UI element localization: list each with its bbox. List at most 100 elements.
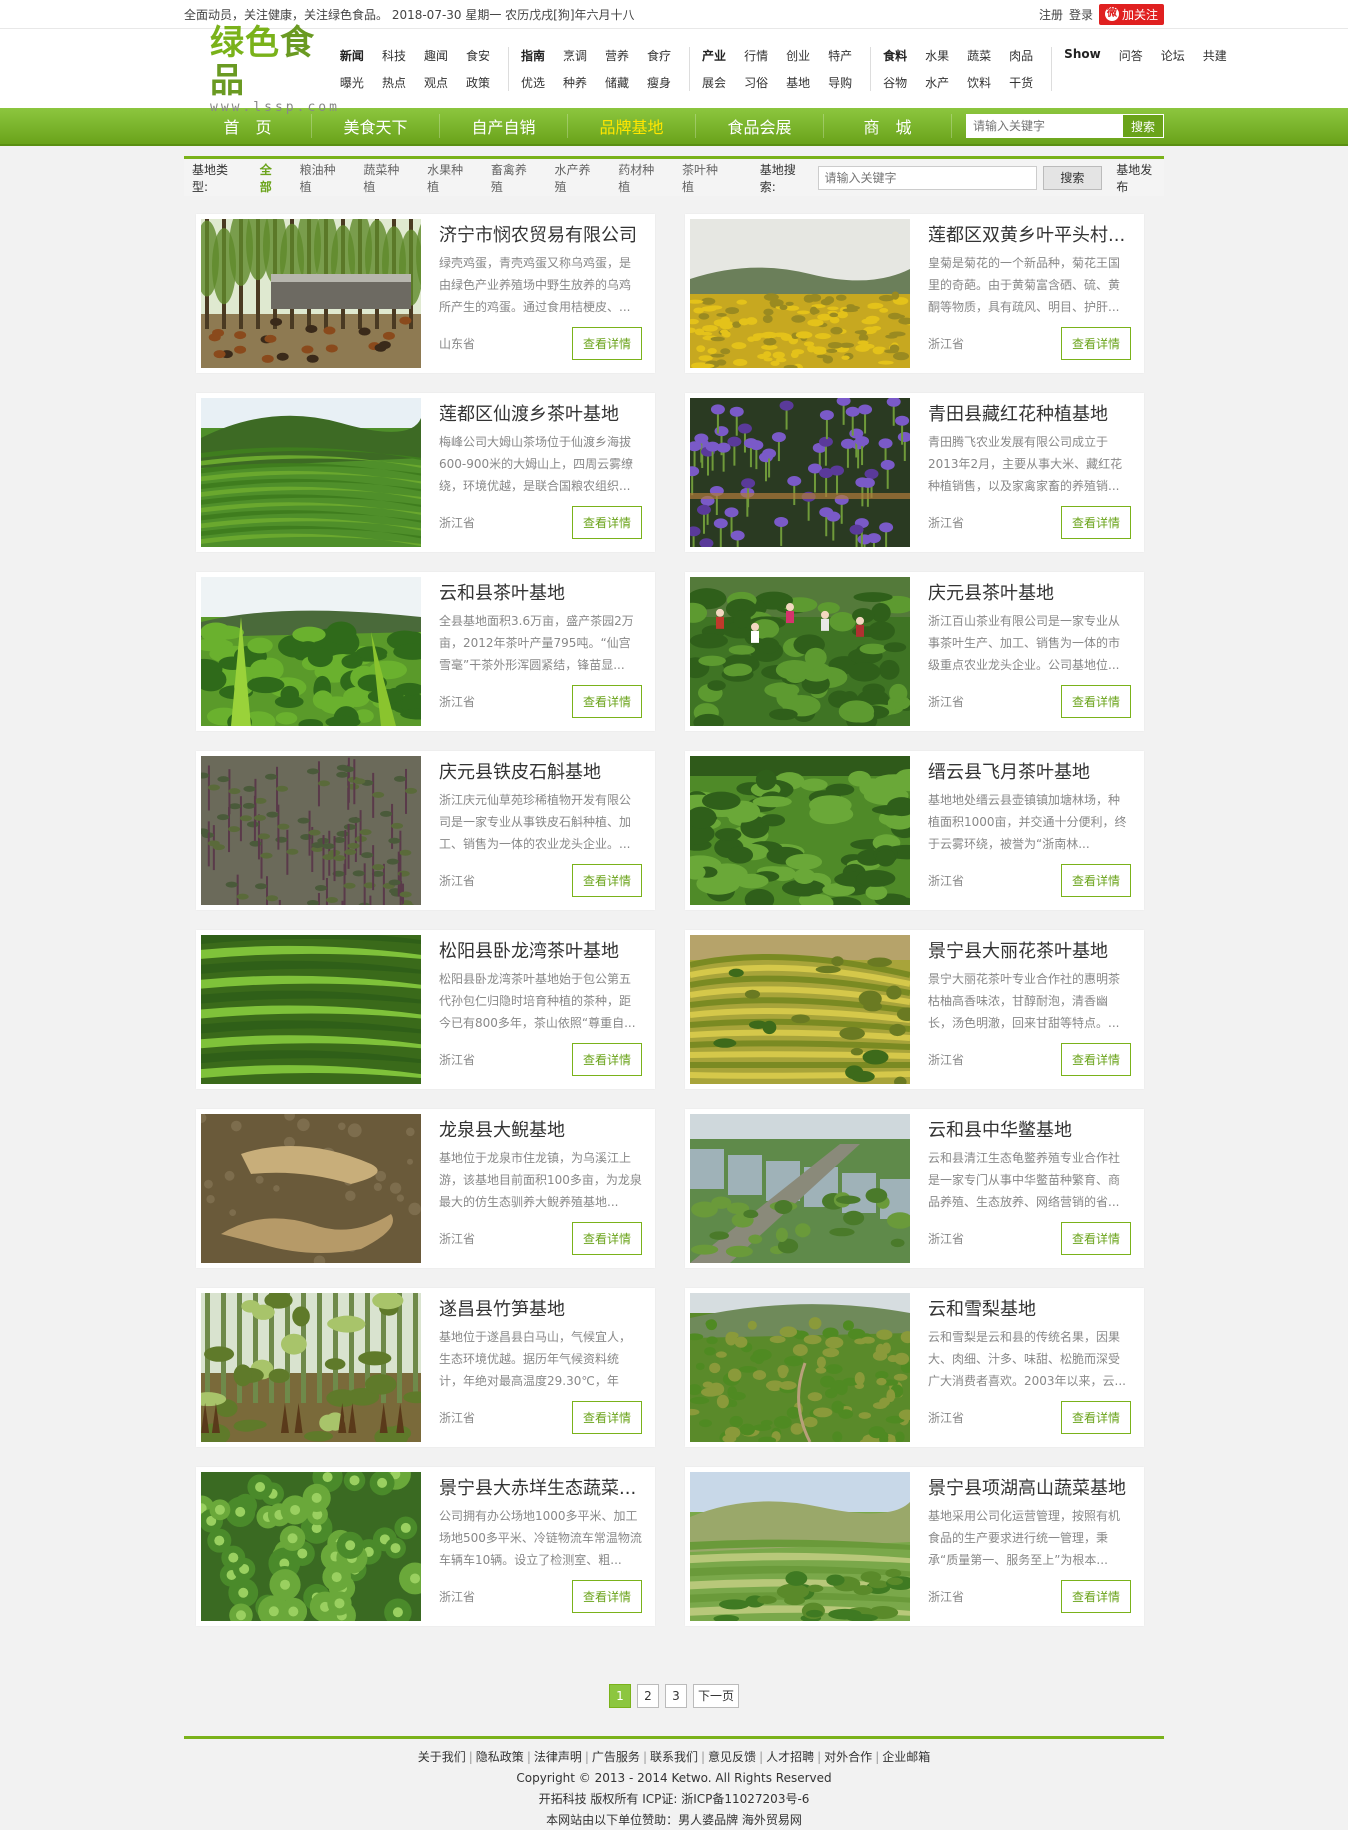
view-details-button[interactable]: 查看详情 (1060, 1580, 1131, 1613)
header-nav-link[interactable]: 谷物 (883, 74, 907, 91)
follow-button[interactable]: 微 加关注 (1098, 3, 1164, 25)
header-nav-link[interactable]: 观点 (424, 74, 448, 91)
header-nav-link[interactable]: 水果 (925, 47, 949, 64)
header-nav-link[interactable]: 政策 (466, 74, 490, 91)
view-details-button[interactable]: 查看详情 (571, 327, 642, 360)
base-type-option[interactable]: 水产养殖 (555, 161, 603, 195)
main-nav-item[interactable]: 品牌基地 (568, 114, 696, 138)
base-type-option[interactable]: 水果种植 (427, 161, 475, 195)
header-nav-link[interactable]: 食疗 (647, 47, 671, 64)
footer-link[interactable]: 对外合作 (824, 1750, 872, 1764)
publish-base-link[interactable]: 基地发布 (1116, 161, 1164, 195)
nav-search-input[interactable] (967, 115, 1123, 137)
base-type-option[interactable]: 粮油种植 (300, 161, 348, 195)
base-card-thumbnail[interactable] (201, 577, 421, 726)
header-nav-link[interactable]: 趣闻 (424, 47, 448, 64)
base-card-title[interactable]: 龙泉县大鲵基地 (439, 1119, 642, 1143)
view-details-button[interactable]: 查看详情 (1060, 685, 1131, 718)
footer-link[interactable]: 隐私政策 (476, 1750, 524, 1764)
view-details-button[interactable]: 查看详情 (571, 1222, 642, 1255)
base-card-thumbnail[interactable] (690, 1472, 910, 1621)
base-card-thumbnail[interactable] (690, 935, 910, 1084)
header-nav-link[interactable]: 水产 (925, 74, 949, 91)
view-details-button[interactable]: 查看详情 (571, 1580, 642, 1613)
footer-link[interactable]: 企业邮箱 (882, 1750, 930, 1764)
view-details-button[interactable]: 查看详情 (1060, 1222, 1131, 1255)
base-type-option[interactable]: 蔬菜种植 (363, 161, 411, 195)
view-details-button[interactable]: 查看详情 (571, 864, 642, 897)
header-nav-link[interactable]: 食安 (466, 47, 490, 64)
header-nav-link[interactable]: 蔬菜 (967, 47, 991, 64)
base-card-title[interactable]: 庆元县茶叶基地 (928, 582, 1131, 606)
base-card-title[interactable]: 庆元县铁皮石斛基地 (439, 761, 642, 785)
header-nav-link[interactable]: 瘦身 (647, 74, 671, 91)
site-logo[interactable]: 绿色食品 www.lssp.com (184, 24, 340, 115)
footer-link[interactable]: 人才招聘 (766, 1750, 814, 1764)
header-nav-link[interactable]: 干货 (1009, 74, 1033, 91)
base-card-title[interactable]: 景宁县项湖高山蔬菜基地 (928, 1477, 1131, 1501)
base-card-thumbnail[interactable] (201, 756, 421, 905)
header-nav-link[interactable]: 论坛 (1161, 47, 1185, 91)
base-card-thumbnail[interactable] (201, 1472, 421, 1621)
main-nav-item[interactable]: 食品会展 (696, 114, 824, 138)
header-nav-link[interactable]: 产业 (702, 47, 726, 64)
base-search-button[interactable]: 搜索 (1042, 165, 1103, 190)
header-nav-link[interactable]: 特产 (828, 47, 852, 64)
base-type-option[interactable]: 全部 (260, 161, 284, 195)
footer-link[interactable]: 广告服务 (592, 1750, 640, 1764)
footer-link[interactable]: 法律声明 (534, 1750, 582, 1764)
base-type-option[interactable]: 药材种植 (618, 161, 666, 195)
base-search-input[interactable] (817, 165, 1037, 190)
base-card-thumbnail[interactable] (201, 935, 421, 1084)
header-nav-link[interactable]: 食料 (883, 47, 907, 64)
base-card-title[interactable]: 云和县中华鳖基地 (928, 1119, 1131, 1143)
page-link[interactable]: 1 (608, 1684, 631, 1708)
base-card-title[interactable]: 缙云县飞月茶叶基地 (928, 761, 1131, 785)
header-nav-link[interactable]: 营养 (605, 47, 629, 64)
header-nav-link[interactable]: 曝光 (340, 74, 364, 91)
base-card-thumbnail[interactable] (201, 1293, 421, 1442)
header-nav-link[interactable]: 习俗 (744, 74, 768, 91)
header-nav-link[interactable]: 储藏 (605, 74, 629, 91)
view-details-button[interactable]: 查看详情 (1060, 1401, 1131, 1434)
header-nav-link[interactable]: Show (1064, 47, 1101, 91)
page-link[interactable]: 3 (664, 1684, 687, 1708)
base-card-title[interactable]: 云和雪梨基地 (928, 1298, 1131, 1322)
view-details-button[interactable]: 查看详情 (1060, 1043, 1131, 1076)
header-nav-link[interactable]: 共建 (1203, 47, 1227, 91)
header-nav-link[interactable]: 烹调 (563, 47, 587, 64)
login-link[interactable]: 登录 (1069, 6, 1093, 23)
base-card-thumbnail[interactable] (201, 219, 421, 368)
view-details-button[interactable]: 查看详情 (571, 1401, 642, 1434)
view-details-button[interactable]: 查看详情 (571, 685, 642, 718)
base-card-thumbnail[interactable] (690, 577, 910, 726)
register-link[interactable]: 注册 (1039, 6, 1063, 23)
base-type-option[interactable]: 畜禽养殖 (491, 161, 539, 195)
base-card-thumbnail[interactable] (690, 1114, 910, 1263)
base-card-title[interactable]: 景宁县大赤垟生态蔬菜... (439, 1477, 642, 1501)
base-card-title[interactable]: 青田县藏红花种植基地 (928, 403, 1131, 427)
base-card-thumbnail[interactable] (690, 219, 910, 368)
header-nav-link[interactable]: 饮料 (967, 74, 991, 91)
header-nav-link[interactable]: 优选 (521, 74, 545, 91)
base-card-title[interactable]: 莲都区双黄乡叶平头村... (928, 224, 1131, 248)
main-nav-item[interactable]: 美食天下 (312, 114, 440, 138)
header-nav-link[interactable]: 种养 (563, 74, 587, 91)
next-page-button[interactable]: 下一页 (692, 1684, 739, 1708)
base-card-thumbnail[interactable] (690, 1293, 910, 1442)
view-details-button[interactable]: 查看详情 (571, 1043, 642, 1076)
view-details-button[interactable]: 查看详情 (571, 506, 642, 539)
view-details-button[interactable]: 查看详情 (1060, 327, 1131, 360)
footer-link[interactable]: 意见反馈 (708, 1750, 756, 1764)
header-nav-link[interactable]: 创业 (786, 47, 810, 64)
footer-link[interactable]: 关于我们 (418, 1750, 466, 1764)
main-nav-item[interactable]: 自产自销 (440, 114, 568, 138)
header-nav-link[interactable]: 肉品 (1009, 47, 1033, 64)
header-nav-link[interactable]: 科技 (382, 47, 406, 64)
header-nav-link[interactable]: 指南 (521, 47, 545, 64)
header-nav-link[interactable]: 基地 (786, 74, 810, 91)
base-card-thumbnail[interactable] (201, 1114, 421, 1263)
page-link[interactable]: 2 (636, 1684, 659, 1708)
base-type-option[interactable]: 茶叶种植 (682, 161, 730, 195)
nav-search-button[interactable]: 搜索 (1123, 115, 1163, 137)
